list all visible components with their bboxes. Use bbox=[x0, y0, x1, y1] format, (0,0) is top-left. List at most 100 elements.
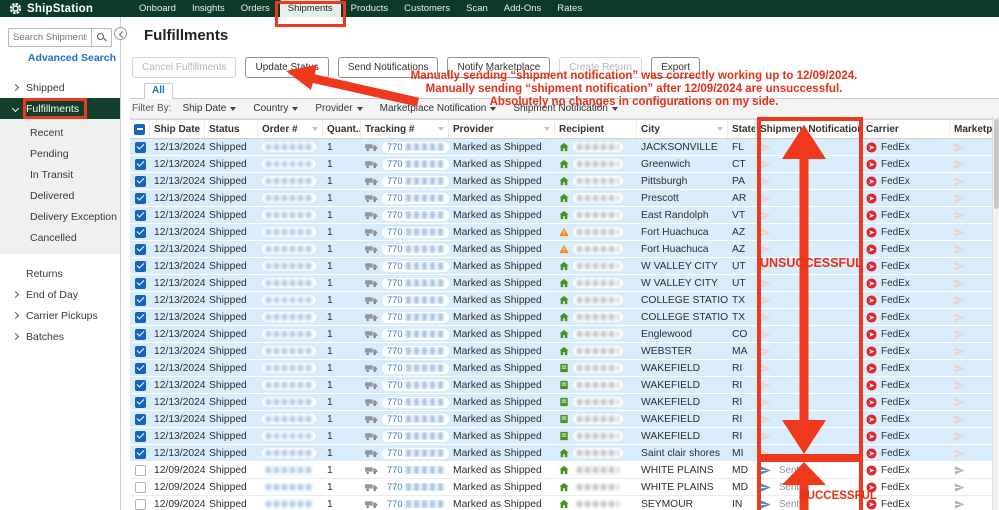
row-checkbox[interactable] bbox=[134, 294, 146, 306]
table-row[interactable]: 12/13/2024 Shipped 1 770 Marked as Shipped Pi… bbox=[130, 173, 999, 190]
row-checkbox[interactable] bbox=[134, 328, 146, 340]
table-row[interactable]: 12/13/2024 Shipped 1 770 Marked as Shipped WA… bbox=[130, 377, 999, 394]
nav-item-rates[interactable]: Rates bbox=[549, 0, 590, 17]
tracking-link[interactable]: 770 bbox=[382, 192, 449, 204]
scrollbar-thumb[interactable] bbox=[994, 119, 999, 209]
nav-item-onboard[interactable]: Onboard bbox=[131, 0, 184, 17]
send-notifications-button[interactable]: Send Notifications bbox=[337, 57, 439, 78]
row-checkbox[interactable] bbox=[134, 413, 146, 425]
row-checkbox[interactable] bbox=[134, 396, 146, 408]
tab-all[interactable]: All bbox=[144, 83, 173, 99]
row-checkbox[interactable] bbox=[134, 379, 146, 391]
row-checkbox[interactable] bbox=[134, 243, 146, 255]
column-header-checkbox[interactable] bbox=[130, 120, 150, 138]
shipstation-logo[interactable]: ShipStation bbox=[0, 0, 131, 17]
row-checkbox[interactable] bbox=[134, 311, 146, 323]
table-row[interactable]: 12/13/2024 Shipped 1 770 Marked as Shipped JA… bbox=[130, 139, 999, 156]
sidebar-item-end-of-day[interactable]: End of Day bbox=[0, 284, 120, 305]
row-checkbox[interactable] bbox=[134, 277, 146, 289]
nav-item-shipments[interactable]: Shipments bbox=[274, 0, 346, 27]
table-row[interactable]: 12/13/2024 Shipped 1 770 Marked as Shipped WA… bbox=[130, 428, 999, 445]
sidebar-item-carrier-pickups[interactable]: Carrier Pickups bbox=[0, 305, 120, 326]
export-button[interactable]: Export bbox=[651, 57, 700, 78]
row-checkbox[interactable] bbox=[134, 447, 146, 459]
row-checkbox[interactable] bbox=[134, 141, 146, 153]
nav-item-add-ons[interactable]: Add-Ons bbox=[496, 0, 550, 17]
row-checkbox[interactable] bbox=[134, 481, 146, 493]
sidebar-item-in-transit[interactable]: In Transit bbox=[0, 164, 120, 185]
tracking-link[interactable]: 770 bbox=[382, 311, 449, 323]
column-header-carrier[interactable]: Carrier bbox=[862, 120, 950, 138]
table-row[interactable]: 12/13/2024 Shipped 1 770 Marked as Shipped Fo… bbox=[130, 224, 999, 241]
sidebar-item-cancelled[interactable]: Cancelled bbox=[0, 227, 120, 248]
column-header-provider[interactable]: Provider bbox=[449, 120, 555, 138]
filter-dropdown-marketplace-notification[interactable]: Marketplace Notification bbox=[380, 103, 497, 114]
table-row[interactable]: 12/13/2024 Shipped 1 770 Marked as Shipped Gr… bbox=[130, 156, 999, 173]
column-header-quant[interactable]: Quant... bbox=[323, 120, 361, 138]
tracking-link[interactable]: 770 bbox=[382, 362, 449, 374]
tracking-link[interactable]: 770 bbox=[382, 345, 449, 357]
table-row[interactable]: 12/13/2024 Shipped 1 770 Marked as Shipped Sa… bbox=[130, 445, 999, 462]
table-row[interactable]: 12/13/2024 Shipped 1 770 Marked as Shipped CO… bbox=[130, 309, 999, 326]
table-row[interactable]: 12/09/2024 Shipped 1 770 Marked as Shipped WH… bbox=[130, 462, 999, 479]
update-status-button[interactable]: Update Status bbox=[245, 57, 329, 78]
nav-item-orders[interactable]: Orders bbox=[233, 0, 278, 17]
sidebar-item-delivery-exception[interactable]: Delivery Exception bbox=[0, 206, 120, 227]
tracking-link[interactable]: 770 bbox=[382, 328, 449, 340]
table-row[interactable]: 12/13/2024 Shipped 1 770 Marked as Shipped Pr… bbox=[130, 190, 999, 207]
tracking-link[interactable]: 770 bbox=[382, 464, 449, 476]
row-checkbox[interactable] bbox=[134, 498, 146, 510]
table-row[interactable]: 12/09/2024 Shipped 1 770 Marked as Shipped SE… bbox=[130, 496, 999, 510]
select-all-checkbox[interactable] bbox=[134, 123, 145, 135]
filter-dropdown-provider[interactable]: Provider bbox=[315, 103, 363, 114]
vertical-scrollbar[interactable] bbox=[992, 117, 999, 510]
table-row[interactable]: 12/09/2024 Shipped 1 770 Marked as Shipped WH… bbox=[130, 479, 999, 496]
tracking-link[interactable]: 770 bbox=[382, 141, 449, 153]
table-row[interactable]: 12/13/2024 Shipped 1 770 Marked as Shipped WA… bbox=[130, 394, 999, 411]
column-header-tracking[interactable]: Tracking # bbox=[361, 120, 449, 138]
table-row[interactable]: 12/13/2024 Shipped 1 770 Marked as Shipped Ea… bbox=[130, 207, 999, 224]
row-checkbox[interactable] bbox=[134, 345, 146, 357]
nav-item-scan[interactable]: Scan bbox=[458, 0, 496, 17]
search-input[interactable] bbox=[8, 28, 91, 47]
tracking-link[interactable]: 770 bbox=[382, 498, 449, 510]
tracking-link[interactable]: 770 bbox=[382, 447, 449, 459]
tracking-link[interactable]: 770 bbox=[382, 226, 449, 238]
notify-marketplace-button[interactable]: Notify Marketplace bbox=[447, 57, 551, 78]
sidebar-item-pending[interactable]: Pending bbox=[0, 143, 120, 164]
sidebar-item-shipped[interactable]: Shipped bbox=[0, 77, 120, 98]
tracking-link[interactable]: 770 bbox=[382, 277, 449, 289]
table-row[interactable]: 12/13/2024 Shipped 1 770 Marked as Shipped WA… bbox=[130, 411, 999, 428]
search-button[interactable] bbox=[91, 28, 112, 47]
row-checkbox[interactable] bbox=[134, 226, 146, 238]
table-row[interactable]: 12/13/2024 Shipped 1 770 Marked as Shipped WE… bbox=[130, 343, 999, 360]
tracking-link[interactable]: 770 bbox=[382, 243, 449, 255]
tracking-link[interactable]: 770 bbox=[382, 379, 449, 391]
sidebar-item-delivered[interactable]: Delivered bbox=[0, 185, 120, 206]
filter-dropdown-country[interactable]: Country bbox=[253, 103, 299, 114]
column-header-ship-date[interactable]: Ship Date bbox=[150, 120, 205, 138]
tracking-link[interactable]: 770 bbox=[382, 396, 449, 408]
row-checkbox[interactable] bbox=[134, 464, 146, 476]
tracking-link[interactable]: 770 bbox=[382, 294, 449, 306]
table-row[interactable]: 12/13/2024 Shipped 1 770 Marked as Shipped W … bbox=[130, 258, 999, 275]
column-header-state[interactable]: State bbox=[728, 120, 756, 138]
table-row[interactable]: 12/13/2024 Shipped 1 770 Marked as Shipped W … bbox=[130, 275, 999, 292]
column-header-shipment-notification[interactable]: Shipment Notification bbox=[756, 120, 862, 138]
column-header-city[interactable]: City bbox=[637, 120, 728, 138]
row-checkbox[interactable] bbox=[134, 430, 146, 442]
tracking-link[interactable]: 770 bbox=[382, 175, 449, 187]
column-header-recipient[interactable]: Recipient bbox=[555, 120, 637, 138]
advanced-search-link[interactable]: Advanced Search bbox=[0, 52, 116, 64]
table-row[interactable]: 12/13/2024 Shipped 1 770 Marked as Shipped Fo… bbox=[130, 241, 999, 258]
column-header-status[interactable]: Status bbox=[205, 120, 258, 138]
row-checkbox[interactable] bbox=[134, 209, 146, 221]
collapse-sidebar-button[interactable] bbox=[114, 27, 127, 40]
sidebar-item-fulfillments[interactable]: Fulfillments bbox=[0, 98, 120, 119]
tracking-link[interactable]: 770 bbox=[382, 158, 449, 170]
row-checkbox[interactable] bbox=[134, 158, 146, 170]
table-row[interactable]: 12/13/2024 Shipped 1 770 Marked as Shipped WA… bbox=[130, 360, 999, 377]
sidebar-item-returns[interactable]: Returns bbox=[0, 263, 120, 284]
nav-item-customers[interactable]: Customers bbox=[396, 0, 458, 17]
sidebar-item-batches[interactable]: Batches bbox=[0, 326, 120, 347]
